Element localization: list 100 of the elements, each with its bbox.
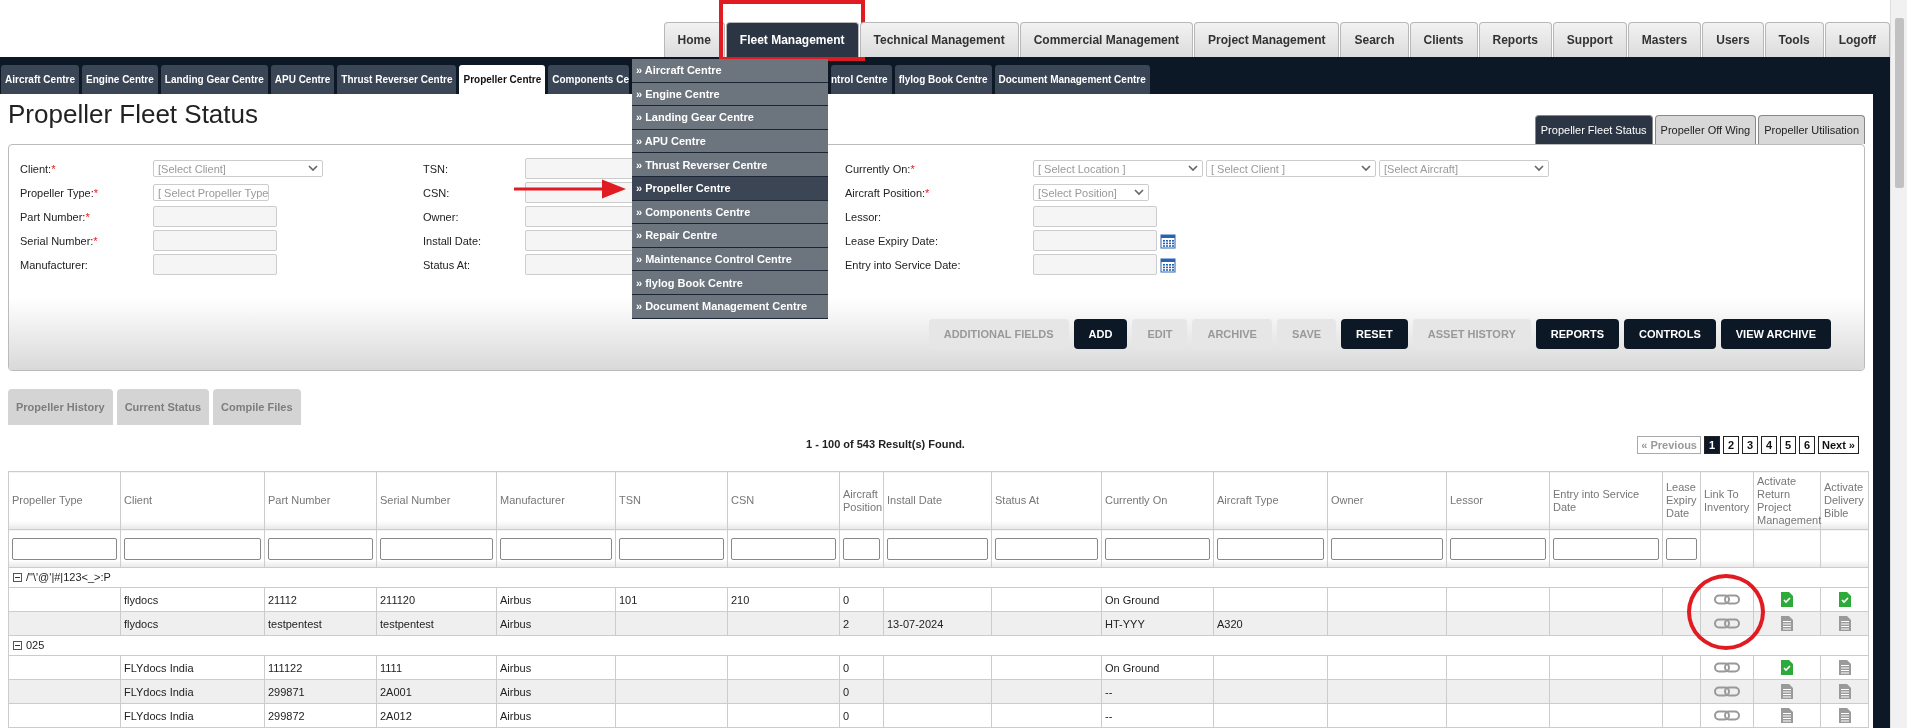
input-field[interactable] xyxy=(153,254,277,276)
nav-tab[interactable]: Users xyxy=(1702,22,1764,57)
centre-tab[interactable]: APU Centre xyxy=(270,65,335,94)
document-icon[interactable] xyxy=(1838,660,1851,675)
filter-field[interactable] xyxy=(380,537,493,560)
nav-tab[interactable]: Project Management xyxy=(1194,22,1340,57)
table-cell: Airbus xyxy=(500,593,532,606)
centre-tab[interactable]: flylog Book Centre xyxy=(894,65,992,94)
table-cell: Airbus xyxy=(500,709,532,722)
filter-field[interactable] xyxy=(12,537,117,560)
nav-tab[interactable]: Logoff xyxy=(1824,22,1890,57)
document-icon[interactable] xyxy=(1781,616,1793,631)
date-field[interactable] xyxy=(1033,254,1157,276)
centre-tab[interactable]: ntrol Centre xyxy=(830,65,892,94)
filter-field[interactable] xyxy=(268,537,373,560)
calendar-icon[interactable] xyxy=(1160,232,1176,249)
menu-item[interactable]: » Propeller Centre xyxy=(631,176,828,201)
date-field[interactable] xyxy=(1033,230,1157,252)
nav-tab[interactable]: Search xyxy=(1340,22,1409,57)
page-link[interactable]: 6 xyxy=(1798,436,1815,455)
nav-tab[interactable]: Tools xyxy=(1764,22,1824,57)
menu-item[interactable]: » Engine Centre xyxy=(631,82,828,107)
menu-item[interactable]: » Thrust Reverser Centre xyxy=(631,153,828,177)
nav-tab[interactable]: Technical Management xyxy=(859,22,1019,57)
form-button[interactable]: CONTROLS xyxy=(1624,319,1716,350)
nav-tab[interactable]: Masters xyxy=(1627,22,1702,57)
centre-tab[interactable]: Thrust Reverser Centre xyxy=(337,65,457,94)
menu-item[interactable]: » Repair Centre xyxy=(631,224,828,248)
menu-item[interactable]: » Maintenance Control Centre xyxy=(631,247,828,272)
page-tab[interactable]: Propeller Utilisation xyxy=(1758,114,1865,144)
form-button[interactable]: RESET xyxy=(1341,319,1408,350)
nav-tab[interactable]: Commercial Management xyxy=(1019,22,1194,57)
chain-link-icon[interactable] xyxy=(1714,710,1740,721)
document-icon[interactable] xyxy=(1838,684,1851,699)
filter-field[interactable] xyxy=(995,537,1098,560)
nav-tab[interactable]: Fleet Management xyxy=(725,22,859,57)
filter-field[interactable] xyxy=(887,537,988,560)
table-cell: 101 xyxy=(619,593,638,606)
document-check-icon[interactable] xyxy=(1781,660,1793,675)
page-link[interactable]: 4 xyxy=(1760,436,1777,455)
page-link[interactable]: 2 xyxy=(1722,436,1739,455)
filter-field[interactable] xyxy=(1331,537,1443,560)
document-icon[interactable] xyxy=(1781,708,1793,723)
calendar-icon[interactable] xyxy=(1160,256,1176,273)
centre-tab[interactable]: Document Management Centre xyxy=(994,65,1150,94)
filter-field[interactable] xyxy=(731,537,836,560)
page-tab[interactable]: Propeller Off Wing xyxy=(1654,114,1757,144)
document-check-icon[interactable] xyxy=(1838,592,1851,607)
nav-tab[interactable]: Support xyxy=(1552,22,1627,57)
page-link[interactable]: 5 xyxy=(1779,436,1796,455)
menu-item[interactable]: » APU Centre xyxy=(631,129,828,154)
centre-tab[interactable]: Propeller Centre xyxy=(459,65,546,94)
filter-field[interactable] xyxy=(1217,537,1324,560)
input-field[interactable] xyxy=(153,206,277,228)
column-header: Activate Return Project Management xyxy=(1753,471,1821,530)
document-icon[interactable] xyxy=(1838,616,1851,631)
menu-item[interactable]: » Aircraft Centre xyxy=(631,59,828,83)
filter-field[interactable] xyxy=(619,537,724,560)
filter-field[interactable] xyxy=(1450,537,1546,560)
nav-tab[interactable]: Clients xyxy=(1409,22,1478,57)
field-label: Lessor: xyxy=(845,210,883,223)
form-button[interactable]: VIEW ARCHIVE xyxy=(1720,319,1831,350)
document-check-icon[interactable] xyxy=(1781,592,1793,607)
menu-item[interactable]: » Components Centre xyxy=(631,200,828,225)
filter-field[interactable] xyxy=(1105,537,1210,560)
chain-link-icon[interactable] xyxy=(1714,662,1740,673)
filter-field[interactable] xyxy=(500,537,612,560)
filter-field[interactable] xyxy=(124,537,261,560)
page-link[interactable]: Next » xyxy=(1817,436,1859,455)
table-cell: HT-YYY xyxy=(1105,617,1145,630)
table-cell: flydocs xyxy=(124,617,159,630)
menu-item[interactable]: » flylog Book Centre xyxy=(631,271,828,295)
form-button[interactable]: REPORTS xyxy=(1535,319,1619,350)
filter-field[interactable] xyxy=(1553,537,1659,560)
centre-tab[interactable]: Engine Centre xyxy=(82,65,158,94)
collapse-icon[interactable] xyxy=(13,640,22,650)
chain-link-icon[interactable] xyxy=(1714,594,1740,605)
document-icon[interactable] xyxy=(1838,708,1851,723)
filter-field[interactable] xyxy=(843,537,880,560)
filter-field[interactable] xyxy=(1666,537,1697,560)
chain-link-icon[interactable] xyxy=(1714,686,1740,697)
nav-tab[interactable]: Reports xyxy=(1478,22,1552,57)
page-link[interactable]: 1 xyxy=(1703,436,1720,455)
collapse-icon[interactable] xyxy=(13,572,22,582)
menu-item[interactable]: » Document Management Centre xyxy=(631,294,828,319)
centre-tab[interactable]: Aircraft Centre xyxy=(1,65,80,94)
document-icon[interactable] xyxy=(1781,684,1793,699)
page-link[interactable]: 3 xyxy=(1741,436,1758,455)
nav-tab[interactable]: Home xyxy=(663,22,725,57)
column-header: Client xyxy=(120,471,265,530)
chain-link-icon[interactable] xyxy=(1714,618,1740,629)
centre-tab[interactable]: Landing Gear Centre xyxy=(160,65,268,94)
centre-tab[interactable]: Components Ce xyxy=(548,65,629,94)
input-field[interactable] xyxy=(153,230,277,252)
scrollbar-thumb[interactable] xyxy=(1894,18,1904,188)
table-cell: A320 xyxy=(1217,617,1243,630)
menu-item[interactable]: » Landing Gear Centre xyxy=(631,106,828,130)
form-button[interactable]: ADD xyxy=(1073,319,1128,350)
input-field[interactable] xyxy=(1033,206,1157,228)
page-tab[interactable]: Propeller Fleet Status xyxy=(1534,114,1653,144)
